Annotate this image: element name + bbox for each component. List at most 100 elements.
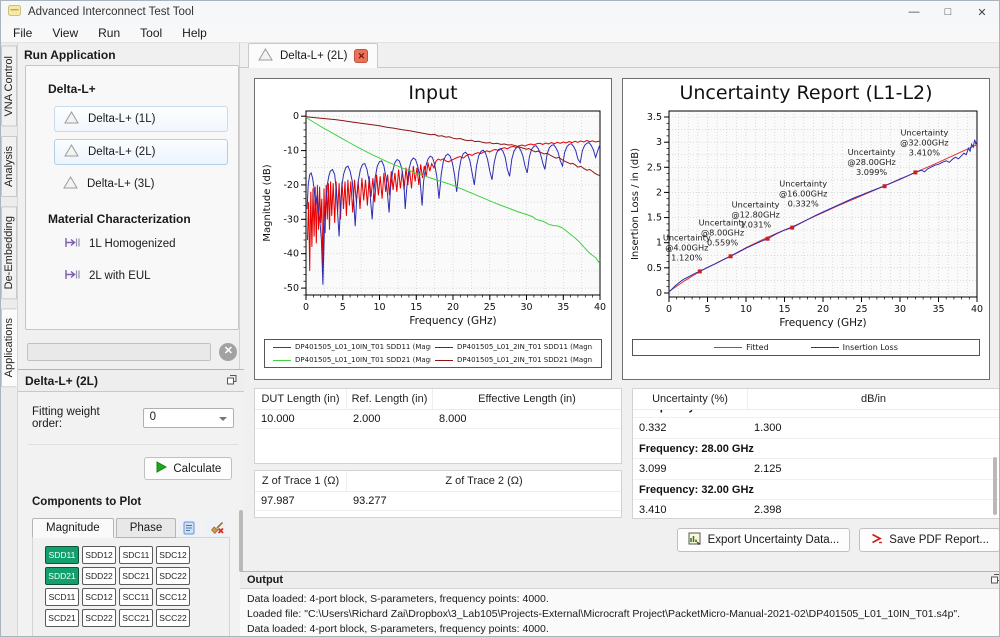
side-tab-vna-control[interactable]: VNA Control (1, 46, 17, 127)
table-scrollbar[interactable] (993, 457, 997, 515)
material-2l-with-eul[interactable]: 2L with EUL (64, 268, 230, 284)
menu-help[interactable]: Help (172, 24, 217, 42)
component-sdc11[interactable]: SDC11 (119, 546, 153, 564)
component-sdd22[interactable]: SDD22 (82, 567, 116, 585)
legend-entry: DP401505_L01_10IN_T01 SDD11 (Magn.) (273, 343, 431, 351)
svg-text:1: 1 (656, 238, 662, 249)
svg-text:3.410%: 3.410% (909, 147, 940, 157)
component-sdc12[interactable]: SDC12 (156, 546, 190, 564)
delta-l-1l-button[interactable]: Delta-L+ (1L) (54, 106, 228, 132)
output-log[interactable]: Data loaded: 4-port block, S-parameters,… (240, 589, 1000, 637)
legend-swatch (811, 347, 839, 348)
legend-label: DP401505_L01_10IN_T01 SDD21 (Magn.) (295, 356, 431, 364)
minimize-icon[interactable]: — (897, 1, 931, 23)
maximize-icon[interactable]: □ (931, 1, 965, 23)
tab-close-icon[interactable]: ✕ (354, 49, 368, 63)
uncertainty-chart-plot[interactable]: 051015202530354000.511.522.533.5Uncertai… (627, 104, 985, 338)
svg-text:-30: -30 (283, 214, 299, 225)
uncertainty-data-row[interactable]: 0.332 1.300 (633, 417, 999, 438)
legend-entry: Fitted (714, 343, 769, 352)
triangle-icon (64, 144, 79, 160)
panel-scrollbar[interactable] (239, 510, 243, 572)
menu-run[interactable]: Run (88, 24, 130, 42)
svg-text:25: 25 (855, 304, 867, 315)
uncertainty-data-row[interactable]: 3.410 2.398 (633, 499, 999, 519)
svg-text:2: 2 (656, 187, 662, 198)
col-uncertainty-pct[interactable]: Uncertainty (%) (633, 389, 748, 409)
input-chart-plot[interactable]: 05101520253035400-10-20-30-40-50Frequenc… (259, 104, 607, 338)
material-group-label: Material Characterization (48, 212, 230, 226)
component-scc21[interactable]: SCC21 (119, 609, 153, 627)
component-scd12[interactable]: SCD12 (82, 588, 116, 606)
fitting-weight-select[interactable]: 0 (143, 408, 235, 428)
float-panel-icon[interactable] (991, 574, 1000, 587)
tab-magnitude[interactable]: Magnitude (32, 518, 114, 538)
cancel-icon[interactable]: ✕ (219, 343, 237, 361)
svg-text:0: 0 (656, 288, 662, 299)
component-sdc21[interactable]: SDC21 (119, 567, 153, 585)
svg-text:40: 40 (971, 304, 983, 315)
menu-view[interactable]: View (42, 24, 88, 42)
close-icon[interactable]: ✕ (965, 1, 999, 23)
svg-text:Magnitude (dB): Magnitude (dB) (262, 164, 273, 241)
menubar: File View Run Tool Help (1, 23, 999, 43)
menu-file[interactable]: File (3, 24, 42, 42)
col-db-per-in[interactable]: dB/in (748, 389, 999, 409)
component-sdc22[interactable]: SDC22 (156, 567, 190, 585)
col-z-trace1[interactable]: Z of Trace 1 (Ω) (255, 471, 347, 491)
uncertainty-group-row[interactable]: Frequency: 32.00 GHz (633, 479, 999, 499)
component-scc11[interactable]: SCC11 (119, 588, 153, 606)
side-tab-applications[interactable]: Applications (1, 308, 17, 387)
component-scc12[interactable]: SCC12 (156, 588, 190, 606)
component-scd22[interactable]: SCD22 (82, 609, 116, 627)
effective-length-value[interactable]: 8.000 (433, 410, 621, 428)
col-effective-length[interactable]: Effective Length (in) (433, 389, 621, 409)
save-pdf-button[interactable]: Save PDF Report... (859, 528, 1000, 552)
uncertainty-chart-title: Uncertainty Report (L1-L2) (626, 82, 986, 104)
tab-phase[interactable]: Phase (116, 518, 177, 538)
col-ref-length[interactable]: Ref. Length (in) (347, 389, 433, 409)
delta-l-2l-button[interactable]: Delta-L+ (2L) (54, 139, 228, 165)
legend-label: DP401505_L01_2IN_T01 SDD11 (Magn.) (457, 343, 593, 351)
doc-tab-delta-l-2l[interactable]: Delta-L+ (2L) ✕ (248, 43, 378, 68)
menu-tool[interactable]: Tool (130, 24, 172, 42)
uncertainty-group-row[interactable]: Frequency: 16.00 GHz (633, 410, 999, 417)
component-scc22[interactable]: SCC22 (156, 609, 190, 627)
component-sdd12[interactable]: SDD12 (82, 546, 116, 564)
main-area: Delta-L+ (2L) ✕ Input 05101520253035400-… (239, 43, 1000, 637)
report-icon[interactable] (178, 518, 200, 537)
uncertainty-data-row[interactable]: 3.099 2.125 (633, 458, 999, 479)
component-sdd21[interactable]: SDD21 (45, 567, 79, 585)
col-z-trace2[interactable]: Z of Trace 2 (Ω) (347, 471, 621, 491)
z-trace1-value[interactable]: 97.987 (255, 492, 347, 510)
progress-row: ✕ (18, 334, 244, 369)
svg-text:0.559%: 0.559% (707, 237, 738, 247)
component-sdd11[interactable]: SDD11 (45, 546, 79, 564)
delta-l-3l-button[interactable]: Delta-L+ (3L) (54, 172, 228, 196)
uncertainty-group-row[interactable]: Frequency: 28.00 GHz (633, 438, 999, 458)
component-scd21[interactable]: SCD21 (45, 609, 79, 627)
float-panel-icon[interactable] (227, 374, 237, 388)
ref-length-value[interactable]: 2.000 (347, 410, 433, 428)
uncertainty-table: Uncertainty (%) dB/in Frequency: 16.00 G… (632, 388, 1000, 519)
delta-panel-title: Delta-L+ (2L) (25, 374, 98, 388)
dut-length-value[interactable]: 10.000 (255, 410, 347, 428)
legend-entry: Insertion Loss (811, 343, 898, 352)
side-tab-analysis[interactable]: Analysis (1, 136, 17, 197)
component-scd11[interactable]: SCD11 (45, 588, 79, 606)
side-tab-de-embedding[interactable]: De-Embedding (1, 206, 17, 299)
svg-text:Frequency (GHz): Frequency (GHz) (409, 315, 496, 327)
col-dut-length[interactable]: DUT Length (in) (255, 389, 347, 409)
z-trace2-value[interactable]: 93.277 (347, 492, 621, 510)
mapsto-icon (64, 268, 81, 284)
clear-plots-icon[interactable] (206, 518, 228, 537)
left-dock: VNA Control Analysis De-Embedding Applic… (1, 43, 239, 637)
svg-text:Uncertainty: Uncertainty (848, 147, 896, 157)
uncertainty-chart-legend: Fitted Insertion Loss (632, 339, 980, 356)
material-1l-homogenized[interactable]: 1L Homogenized (64, 236, 230, 252)
calculate-button[interactable]: Calculate (144, 457, 232, 480)
svg-text:Frequency (GHz): Frequency (GHz) (779, 317, 866, 329)
legend-swatch (435, 347, 453, 348)
legend-entry: DP401505_L01_2IN_T01 SDD21 (Magn.) (435, 356, 593, 364)
export-uncertainty-button[interactable]: Export Uncertainty Data... (677, 528, 851, 552)
